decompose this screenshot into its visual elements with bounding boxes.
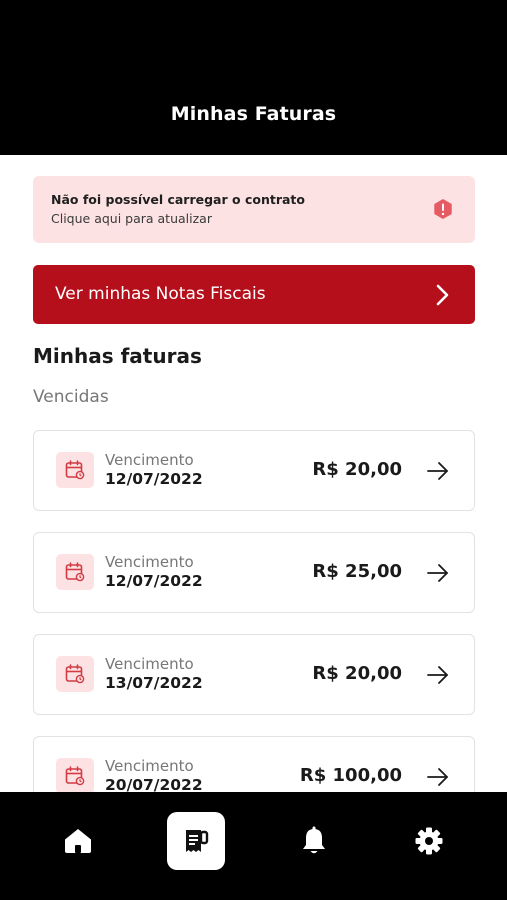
contract-error-alert[interactable]: Não foi possível carregar o contrato Cli… bbox=[33, 176, 475, 243]
bottom-tab-bar bbox=[0, 792, 507, 900]
chevron-right-icon bbox=[436, 284, 449, 306]
calendar-icon bbox=[65, 562, 85, 582]
alert-title: Não foi possível carregar o contrato bbox=[51, 192, 305, 207]
tab-configuracoes[interactable] bbox=[400, 812, 458, 870]
home-icon bbox=[65, 829, 91, 853]
invoice-card[interactable]: Vencimento 20/07/2022 R$ 100,00 bbox=[33, 736, 475, 792]
section-title: Minhas faturas bbox=[33, 344, 202, 368]
warning-hexagon-icon bbox=[434, 199, 452, 219]
nf-button-label: Ver minhas Notas Fiscais bbox=[55, 284, 266, 304]
calendar-icon-badge bbox=[56, 452, 94, 488]
due-date: 13/07/2022 bbox=[105, 674, 203, 692]
due-label: Vencimento bbox=[105, 757, 194, 775]
overdue-subtitle: Vencidas bbox=[33, 387, 109, 407]
due-label: Vencimento bbox=[105, 451, 194, 469]
alert-refresh-link[interactable]: Clique aqui para atualizar bbox=[51, 211, 212, 226]
app-header: Minhas Faturas bbox=[0, 0, 507, 155]
main-content[interactable]: Não foi possível carregar o contrato Cli… bbox=[0, 155, 507, 792]
invoice-card[interactable]: Vencimento 12/07/2022 R$ 20,00 bbox=[33, 430, 475, 511]
calendar-icon-badge bbox=[56, 758, 94, 792]
tab-home[interactable] bbox=[49, 812, 107, 870]
page-title: Minhas Faturas bbox=[170, 103, 337, 125]
arrow-right-icon bbox=[427, 666, 448, 684]
calendar-icon bbox=[65, 460, 85, 480]
invoice-amount: R$ 20,00 bbox=[312, 459, 402, 480]
due-label: Vencimento bbox=[105, 655, 194, 673]
arrow-right-icon bbox=[427, 768, 448, 786]
due-date: 12/07/2022 bbox=[105, 470, 203, 488]
calendar-icon bbox=[65, 664, 85, 684]
invoice-amount: R$ 100,00 bbox=[299, 765, 402, 786]
tab-notificacoes[interactable] bbox=[285, 812, 343, 870]
gear-icon bbox=[415, 827, 443, 855]
due-date: 12/07/2022 bbox=[105, 572, 203, 590]
arrow-right-icon bbox=[427, 462, 448, 480]
calendar-icon-badge bbox=[56, 554, 94, 590]
invoice-card[interactable]: Vencimento 13/07/2022 R$ 20,00 bbox=[33, 634, 475, 715]
view-invoices-nf-button[interactable]: Ver minhas Notas Fiscais bbox=[33, 265, 475, 324]
arrow-right-icon bbox=[427, 564, 448, 582]
due-label: Vencimento bbox=[105, 553, 194, 571]
calendar-icon-badge bbox=[56, 656, 94, 692]
tab-faturas[interactable] bbox=[167, 812, 225, 870]
invoice-card[interactable]: Vencimento 12/07/2022 R$ 25,00 bbox=[33, 532, 475, 613]
due-date: 20/07/2022 bbox=[105, 776, 203, 792]
bell-icon bbox=[303, 826, 325, 854]
invoice-amount: R$ 25,00 bbox=[312, 561, 402, 582]
invoice-amount: R$ 20,00 bbox=[312, 663, 402, 684]
receipt-icon bbox=[186, 830, 209, 852]
calendar-icon bbox=[65, 766, 85, 786]
